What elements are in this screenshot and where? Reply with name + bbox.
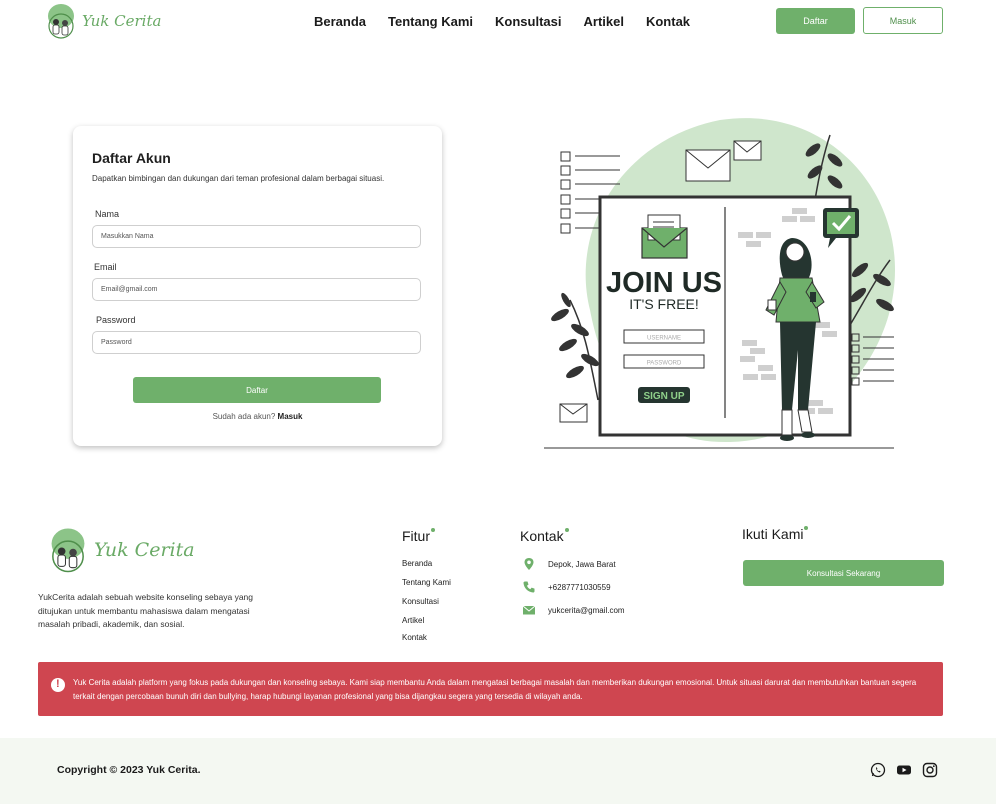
title-dot bbox=[564, 528, 569, 532]
fitur-link-kontak[interactable]: Kontak bbox=[402, 633, 427, 642]
form-title: Daftar Akun bbox=[92, 150, 171, 166]
header-daftar-button[interactable]: Daftar bbox=[776, 8, 855, 34]
join-us-illustration: JOIN US IT'S FREE! USERNAME PASSWORD SIG… bbox=[544, 118, 895, 449]
location-text: Depok, Jawa Barat bbox=[548, 559, 616, 569]
contact-email: yukcerita@gmail.com bbox=[522, 603, 625, 617]
logo[interactable]: Yuk Cerita bbox=[44, 2, 161, 40]
footer-logo-mark-icon bbox=[51, 528, 85, 573]
social-links bbox=[870, 762, 938, 778]
fitur-link-tentang-kami[interactable]: Tentang Kami bbox=[402, 578, 451, 587]
kontak-title: Kontak bbox=[520, 528, 569, 544]
its-free-subheadline: IT'S FREE! bbox=[629, 296, 699, 312]
phone-icon bbox=[523, 581, 535, 593]
instagram-icon[interactable] bbox=[922, 762, 938, 778]
title-dot bbox=[431, 528, 435, 532]
ikuti-kami-title: Ikuti Kami bbox=[742, 526, 809, 542]
konsultasi-sekarang-button[interactable]: Konsultasi Sekarang bbox=[743, 560, 944, 586]
nav-beranda[interactable]: Beranda bbox=[314, 14, 366, 29]
password-label: Password bbox=[96, 315, 136, 325]
whatsapp-icon[interactable] bbox=[870, 762, 886, 778]
email-text[interactable]: yukcerita@gmail.com bbox=[548, 606, 625, 615]
nama-label: Nama bbox=[95, 209, 120, 219]
alert-text: Yuk Cerita adalah platform yang fokus pa… bbox=[73, 678, 917, 701]
email-label: Email bbox=[94, 262, 117, 272]
youtube-icon[interactable] bbox=[896, 762, 912, 778]
signup-label: SIGN UP bbox=[643, 391, 684, 402]
nav-kontak[interactable]: Kontak bbox=[646, 14, 690, 29]
footer-logo[interactable]: Yuk Cerita bbox=[46, 526, 195, 574]
phone-text[interactable]: +6287771030559 bbox=[548, 583, 611, 592]
email-input[interactable]: Email@gmail.com bbox=[92, 278, 421, 301]
username-box-label: USERNAME bbox=[647, 336, 681, 342]
kontak-title-text: Kontak bbox=[520, 528, 564, 544]
ikuti-title-text: Ikuti Kami bbox=[742, 526, 804, 542]
footer-description: YukCerita adalah sebuah website konselin… bbox=[38, 592, 254, 629]
daftar-submit-button[interactable]: Daftar bbox=[133, 377, 381, 403]
bottom-bar: Copyright © 2023 Yuk Cerita. bbox=[0, 738, 996, 804]
register-card: Daftar Akun Dapatkan bimbingan dan dukun… bbox=[73, 126, 442, 446]
main-nav: Beranda Tentang Kami Konsultasi Artikel … bbox=[314, 14, 690, 29]
contact-phone: +6287771030559 bbox=[522, 580, 611, 594]
logo-mark-icon bbox=[48, 4, 74, 39]
fitur-title-text: Fitur bbox=[402, 528, 430, 544]
login-link[interactable]: Masuk bbox=[278, 412, 303, 421]
location-pin-icon bbox=[524, 558, 534, 570]
alert-icon bbox=[51, 678, 65, 692]
emergency-alert: Yuk Cerita adalah platform yang fokus pa… bbox=[38, 662, 943, 716]
nav-artikel[interactable]: Artikel bbox=[584, 14, 624, 29]
contact-location: Depok, Jawa Barat bbox=[522, 557, 616, 571]
nav-tentang-kami[interactable]: Tentang Kami bbox=[388, 14, 473, 29]
password-input[interactable]: Password bbox=[92, 331, 421, 354]
card-envelope-icon bbox=[641, 214, 688, 259]
fitur-link-konsultasi[interactable]: Konsultasi bbox=[402, 597, 439, 606]
logo-text: Yuk Cerita bbox=[82, 12, 162, 30]
nav-konsultasi[interactable]: Konsultasi bbox=[495, 14, 561, 29]
fitur-link-beranda[interactable]: Beranda bbox=[402, 559, 432, 568]
join-us-headline: JOIN US bbox=[606, 267, 722, 299]
fitur-link-artikel[interactable]: Artikel bbox=[402, 616, 424, 625]
title-dot bbox=[804, 526, 809, 530]
nama-input[interactable]: Masukkan Nama bbox=[92, 225, 421, 248]
site-header: Yuk Cerita Beranda Tentang Kami Konsulta… bbox=[0, 0, 996, 44]
login-prompt: Sudah ada akun? bbox=[212, 412, 276, 421]
fitur-title: Fitur bbox=[402, 528, 435, 544]
header-masuk-button[interactable]: Masuk bbox=[863, 7, 943, 34]
footer-logo-text: Yuk Cerita bbox=[94, 539, 195, 561]
password-box-label: PASSWORD bbox=[647, 361, 682, 367]
login-hint: Sudah ada akun? Masuk bbox=[73, 412, 442, 421]
form-subtitle: Dapatkan bimbingan dan dukungan dari tem… bbox=[92, 174, 385, 183]
copyright-text: Copyright © 2023 Yuk Cerita. bbox=[57, 764, 201, 776]
mail-icon bbox=[522, 605, 536, 615]
